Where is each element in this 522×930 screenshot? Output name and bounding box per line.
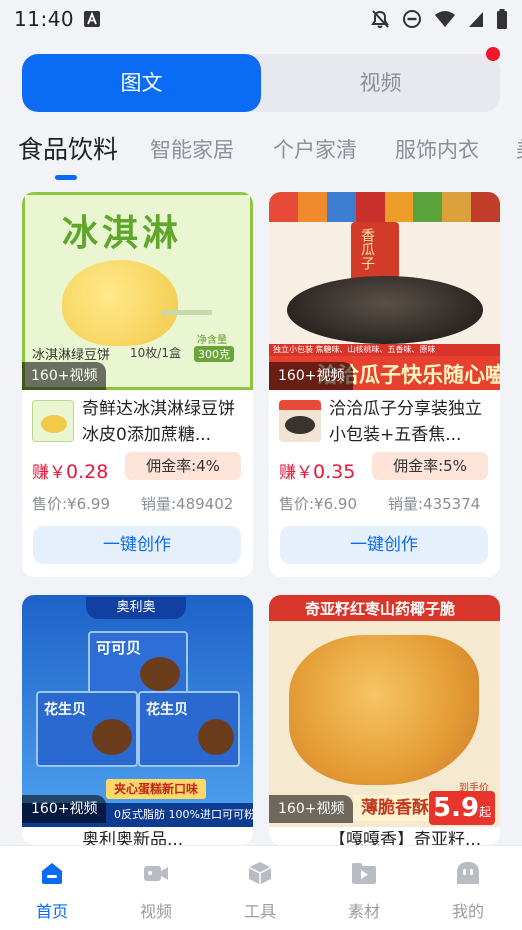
sale-price: 售价:¥6.99 [32, 495, 110, 513]
signal-icon [469, 12, 483, 27]
folder-play-icon [352, 863, 376, 884]
video-count-badge: 160+视频 [22, 795, 107, 823]
product-title: 洽洽瓜子分享装独立小包装+五香焦... [329, 399, 482, 445]
commission-rate: 佣金率:4% [125, 452, 241, 480]
product-card[interactable]: 冰淇淋 冰淇淋绿豆饼 10枚/1盒 净含量 300克 160+视频 奇鲜达冰淇淋… [22, 192, 253, 577]
content-type-segment: 图文 视频 [22, 54, 500, 112]
image-title: 香瓜子 [359, 228, 375, 270]
bottom-tab-bar: 首页 视频 工具 素材 我的 [0, 845, 522, 930]
image-weight: 300克 [194, 346, 234, 362]
image-bottom: 0反式脂肪 100%进口可可粉 [114, 808, 253, 821]
product-info: 洽洽瓜子分享装独立小包装+五香焦... 赚￥0.35 佣金率:5% 售价:¥6.… [269, 390, 500, 577]
create-button[interactable]: 一键创作 [33, 526, 241, 564]
product-title: 【嘎嘎香】奇亚籽... [329, 831, 482, 845]
sales-count: 销量:489402 [141, 495, 234, 513]
segment-video[interactable]: 视频 [261, 54, 500, 112]
sale-price: 售价:¥6.90 [279, 495, 357, 513]
image-box3: 花生贝 [146, 702, 188, 718]
image-price-tag: 5.9起 [429, 791, 496, 825]
create-button[interactable]: 一键创作 [280, 526, 488, 564]
category-home-cleaning[interactable]: 个户家清 [273, 134, 357, 164]
battery-icon [497, 9, 507, 29]
tab-home[interactable]: 首页 [0, 846, 104, 930]
tab-label: 视频 [139, 902, 172, 921]
category-tabs: 食品饮料 智能家居 个户家清 服饰内衣 美 [0, 128, 522, 184]
category-apparel[interactable]: 服饰内衣 [395, 134, 479, 164]
product-card[interactable]: 奇亚籽红枣山药椰子脆 薄脆香酥 到手价 5.9起 160+视频 【嘎嘎香】奇亚籽… [269, 595, 500, 845]
box-icon [248, 862, 272, 885]
image-ribbon: 夹心蛋糕新口味 [106, 779, 207, 799]
product-image: 冰淇淋 冰淇淋绿豆饼 10枚/1盒 净含量 300克 160+视频 [22, 192, 253, 390]
image-banner: 奇亚籽红枣山药椰子脆 [305, 600, 456, 618]
image-tag: 薄脆香酥 [353, 795, 437, 821]
product-card[interactable]: 奥利奥 可可贝 花生贝 花生贝 夹心蛋糕新口味 0反式脂肪 100%进口可可粉 … [22, 595, 253, 845]
product-info: 奥利奥新品... [22, 827, 253, 845]
tab-tools[interactable]: 工具 [208, 846, 312, 930]
image-box2: 花生贝 [44, 702, 86, 718]
sunflower-seeds-pile [287, 276, 483, 344]
tab-label: 首页 [35, 902, 68, 921]
product-info: 【嘎嘎香】奇亚籽... [269, 827, 500, 845]
commission-rate: 佣金率:5% [372, 452, 488, 480]
category-underline [55, 175, 77, 180]
image-box1: 可可贝 [96, 639, 142, 657]
image-title: 冰淇淋 [62, 213, 183, 254]
earn-amount: 赚￥0.28 [32, 461, 109, 483]
tab-label: 我的 [451, 902, 484, 921]
sales-count: 销量:435374 [388, 495, 481, 513]
tab-profile[interactable]: 我的 [416, 846, 520, 930]
tab-video[interactable]: 视频 [104, 846, 208, 930]
product-title: 奥利奥新品... [82, 831, 184, 845]
status-bar: 11:40 [0, 0, 522, 38]
coconut-crisps [289, 635, 479, 785]
home-icon [42, 863, 62, 884]
image-strip: 独立小包装 焦糖味、山核桃味、五香味、原味 [269, 344, 500, 356]
status-time: 11:40 [14, 7, 75, 31]
image-caption: 冰淇淋绿豆饼 [32, 348, 111, 363]
product-info: 奇鲜达冰淇淋绿豆饼冰皮0添加蔗糖... 赚￥0.28 佣金率:4% 售价:¥6.… [22, 390, 253, 577]
profile-icon [457, 862, 479, 884]
product-thumbnail [32, 400, 74, 442]
tab-label: 工具 [243, 902, 276, 921]
dnd-icon [403, 10, 421, 28]
tab-materials[interactable]: 素材 [312, 846, 416, 930]
video-count-badge: 160+视频 [269, 795, 354, 823]
tab-label: 素材 [347, 902, 380, 921]
category-smart-home[interactable]: 智能家居 [150, 134, 234, 164]
mung-bean-cake-shape [62, 260, 178, 346]
category-food-drinks[interactable]: 食品饮料 [18, 130, 118, 166]
image-brand: 奥利奥 [86, 597, 186, 619]
video-count-badge: 160+视频 [269, 362, 354, 390]
earn-amount: 赚￥0.35 [279, 461, 356, 483]
image-weight-label: 净含量 [197, 335, 227, 346]
product-image: 香瓜子 独立小包装 焦糖味、山核桃味、五香味、原味 洽洽瓜子快乐随心嗑 160+… [269, 192, 500, 390]
product-image: 奇亚籽红枣山药椰子脆 薄脆香酥 到手价 5.9起 160+视频 [269, 595, 500, 827]
product-title: 奇鲜达冰淇淋绿豆饼冰皮0添加蔗糖... [82, 399, 235, 445]
segment-image-text[interactable]: 图文 [22, 54, 261, 112]
notification-a-icon [84, 11, 101, 27]
video-icon [144, 866, 168, 881]
product-thumbnail [279, 400, 321, 442]
product-image: 奥利奥 可可贝 花生贝 花生贝 夹心蛋糕新口味 0反式脂肪 100%进口可可粉 … [22, 595, 253, 827]
image-sub: 10枚/1盒 [130, 346, 181, 360]
product-card[interactable]: 香瓜子 独立小包装 焦糖味、山核桃味、五香味、原味 洽洽瓜子快乐随心嗑 160+… [269, 192, 500, 577]
wifi-icon [435, 11, 455, 27]
notification-dot [486, 47, 500, 61]
category-beauty[interactable]: 美 [516, 134, 522, 164]
video-count-badge: 160+视频 [22, 362, 107, 390]
mute-bell-icon [371, 10, 389, 28]
